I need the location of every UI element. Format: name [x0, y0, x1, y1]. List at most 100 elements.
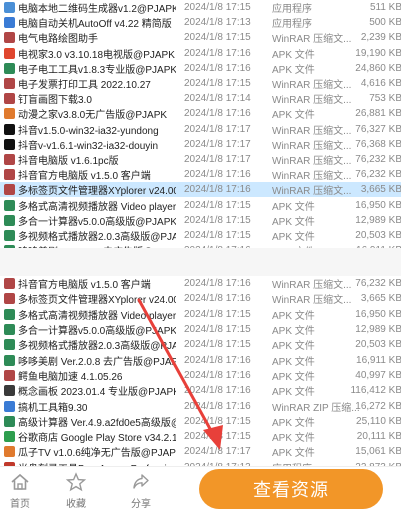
file-row[interactable]: 动漫之家v3.8.0无广告版@PJAPK 2024/1/8 17:16 APK 文件…	[0, 106, 401, 121]
file-date: 2024/1/8 17:17	[184, 153, 251, 165]
file-name: 多视频格式播放器2.0.3高级版@PJAPK	[18, 341, 176, 353]
file-row[interactable]: 电子发票打印工具 2022.10.27 2024/1/8 17:15 WinRAR …	[0, 76, 401, 91]
file-row[interactable]: 抖音v1.5.0-win32-ia32-yundong 2024/1/8 17:1…	[0, 122, 401, 137]
file-row[interactable]: 多合一计算器v5.0.0高级版@PJAPK 2024/1/8 17:15 APK 文…	[0, 213, 401, 228]
file-date: 2024/1/8 17:15	[184, 308, 251, 320]
file-row[interactable]: 多标签页文件管理器XYplorer v24.00.02... 2024/1/8 1…	[0, 291, 401, 306]
nav-share-label: 分享	[131, 499, 151, 510]
file-type: APK 文件	[272, 356, 315, 368]
file-row[interactable]: 抖音v-v1.6.1-win32-ia32-douyin 2024/1/8 17:…	[0, 137, 401, 152]
file-date: 2024/1/8 17:15	[184, 2, 251, 14]
file-type-icon	[4, 169, 15, 181]
file-name: 多标签页文件管理器XYplorer v24.00.02...	[18, 295, 176, 307]
file-date: 2024/1/8 17:16	[184, 169, 251, 181]
file-name: 搞机工具箱9.30	[18, 402, 88, 414]
file-type: APK 文件	[272, 110, 315, 122]
home-icon	[11, 473, 29, 490]
file-row[interactable]: 电脑本地二维码生成器v1.2@PJAPK 2024/1/8 17:15 应用程序 51…	[0, 0, 401, 15]
file-type: APK 文件	[272, 310, 315, 322]
file-name: 抖音v1.5.0-win32-ia32-yundong	[18, 125, 159, 137]
file-date: 2024/1/8 17:15	[184, 229, 251, 241]
file-size: 16,950 KB	[355, 199, 401, 211]
file-row[interactable]: 电视家3.0 v3.10.18电视版@PJAPK 2024/1/8 17:16 AP…	[0, 46, 401, 61]
file-list-bottom: 抖音官方电脑版 v1.5.0 客户端 2024/1/8 17:16 WinRAR 压…	[0, 276, 401, 466]
file-row[interactable]: 多视频格式播放器2.0.3高级版@PJAPK 2024/1/8 17:15 APK …	[0, 228, 401, 243]
file-size: 25,110 KB	[356, 415, 401, 427]
file-row[interactable]: 抖音官方电脑版 v1.5.0 客户端 2024/1/8 17:16 WinRAR 压…	[0, 276, 401, 291]
file-size: 753 KB	[369, 93, 401, 105]
file-date: 2024/1/8 17:15	[184, 199, 251, 211]
file-type: APK 文件	[272, 64, 315, 76]
file-type: APK 文件	[272, 49, 315, 61]
view-resources-button[interactable]: 查看资源	[199, 469, 383, 509]
file-row[interactable]: 抖音电脑版 v1.6.1pc版 2024/1/8 17:17 WinRAR 压缩文.…	[0, 152, 401, 167]
file-row[interactable]: 抖音官方电脑版 v1.5.0 客户端 2024/1/8 17:16 WinRAR 压…	[0, 167, 401, 182]
file-type: APK 文件	[272, 387, 315, 399]
file-date: 2024/1/8 17:13	[184, 17, 251, 29]
file-name: 多合一计算器v5.0.0高级版@PJAPK	[18, 216, 176, 228]
file-size: 24,860 KB	[355, 62, 401, 74]
file-date: 2024/1/8 17:15	[184, 32, 251, 44]
file-name: 哆哆美剧 Ver.2.0.8 去广告版@PJAPK	[18, 356, 176, 368]
file-name: 高级计算器 Ver.4.9.a2fd0e5高级版@PJ...	[18, 417, 176, 429]
file-date: 2024/1/8 17:16	[184, 385, 251, 397]
file-name: 瓜子TV v1.0.6纯净无广告版@PJAPK	[18, 448, 176, 460]
file-row[interactable]: 多标签页文件管理器XYplorer v24.00.02... 2024/1/8 1…	[0, 182, 401, 198]
file-name: 概念画板 2023.01.4 专业版@PJAPK	[18, 387, 176, 399]
file-type-icon	[4, 415, 15, 427]
file-date: 2024/1/8 17:16	[184, 108, 251, 120]
file-row[interactable]: 哆哆美剧 Ver.2.0.8 去广告版@PJAPK 2024/1/8 17:16 A…	[0, 352, 401, 368]
file-type-icon	[4, 229, 15, 241]
file-type: APK 文件	[272, 201, 315, 213]
file-size: 76,327 KB	[355, 123, 401, 135]
nav-favorite[interactable]: 收藏	[56, 471, 96, 510]
file-type-icon	[4, 108, 15, 120]
file-name: 鳄鱼电脑加速 4.1.05.26	[18, 371, 123, 383]
file-row[interactable]: 钉盲画图下载3.0 2024/1/8 17:14 WinRAR 压缩文... 753 …	[0, 91, 401, 106]
file-date: 2024/1/8 17:15	[184, 431, 251, 443]
file-type: APK 文件	[272, 341, 315, 353]
file-name: 多合一计算器v5.0.0高级版@PJAPK	[18, 326, 176, 338]
file-row[interactable]: 多格式高清视频播放器 Video player v8... 2024/1/8 17…	[0, 307, 401, 322]
nav-share[interactable]: 分享	[121, 471, 161, 510]
file-row[interactable]: 电子电工工具v1.8.3专业版@PJAPK 2024/1/8 17:16 APK 文…	[0, 61, 401, 76]
nav-home-label: 首页	[10, 499, 30, 510]
file-row[interactable]: 电脑自动关机AutoOff v4.22 精简版 2024/1/8 17:13 应用程…	[0, 15, 401, 30]
file-type: WinRAR 压缩文...	[272, 125, 352, 137]
file-type-icon	[4, 214, 15, 226]
file-date: 2024/1/8 17:15	[184, 214, 251, 226]
file-row[interactable]: 多合一计算器v5.0.0高级版@PJAPK 2024/1/8 17:15 APK 文…	[0, 322, 401, 337]
file-name: 电气电路绘图助手	[18, 34, 98, 46]
file-row[interactable]: 高级计算器 Ver.4.9.a2fd0e5高级版@PJ... 2024/1/8 1…	[0, 414, 401, 429]
file-row[interactable]: 谷歌商店 Google Play Store v34.2.13... 2024/1…	[0, 429, 401, 444]
file-type: APK 文件	[272, 216, 315, 228]
file-row[interactable]: 电气电路绘图助手 2024/1/8 17:15 WinRAR 压缩文... 2,239…	[0, 30, 401, 45]
file-size: 16,911 KB	[356, 354, 401, 366]
file-row[interactable]: 多视频格式播放器2.0.3高级版@PJAPK 2024/1/8 17:15 APK …	[0, 337, 401, 352]
file-row[interactable]: 搞机工具箱9.30 2024/1/8 17:16 WinRAR ZIP 压缩... 1…	[0, 398, 401, 414]
file-size: 20,503 KB	[355, 339, 401, 351]
file-type: WinRAR 压缩文...	[272, 280, 352, 292]
file-row[interactable]: 多格式高清视频播放器 Video player v8... 2024/1/8 17…	[0, 197, 401, 213]
file-date: 2024/1/8 17:14	[184, 93, 251, 105]
file-type-icon	[4, 123, 15, 135]
file-size: 76,232 KB	[355, 278, 401, 290]
share-icon	[133, 474, 149, 489]
nav-home[interactable]: 首页	[0, 471, 40, 510]
file-type-icon	[4, 324, 15, 336]
file-date: 2024/1/8 17:17	[184, 446, 251, 458]
file-date: 2024/1/8 17:16	[184, 278, 251, 290]
file-name: 电脑本地二维码生成器v1.2@PJAPK	[18, 4, 176, 16]
file-name: 抖音官方电脑版 v1.5.0 客户端	[18, 280, 151, 292]
file-row[interactable]: 概念画板 2023.01.4 专业版@PJAPK 2024/1/8 17:16 AP…	[0, 383, 401, 398]
file-row[interactable]: 瓜子TV v1.0.6纯净无广告版@PJAPK 2024/1/8 17:17 APK…	[0, 444, 401, 459]
file-date: 2024/1/8 17:16	[184, 184, 251, 196]
file-type-icon	[4, 354, 15, 366]
file-type: WinRAR 压缩文...	[272, 95, 352, 107]
file-size: 26,881 KB	[355, 108, 401, 120]
file-date: 2024/1/8 17:16	[184, 47, 251, 59]
file-type: 应用程序	[272, 19, 312, 31]
file-row[interactable]: 鳄鱼电脑加速 4.1.05.26 2024/1/8 17:16 APK 文件 40,9…	[0, 368, 401, 383]
file-type: WinRAR 压缩文...	[272, 186, 352, 198]
file-type-icon	[4, 308, 15, 320]
